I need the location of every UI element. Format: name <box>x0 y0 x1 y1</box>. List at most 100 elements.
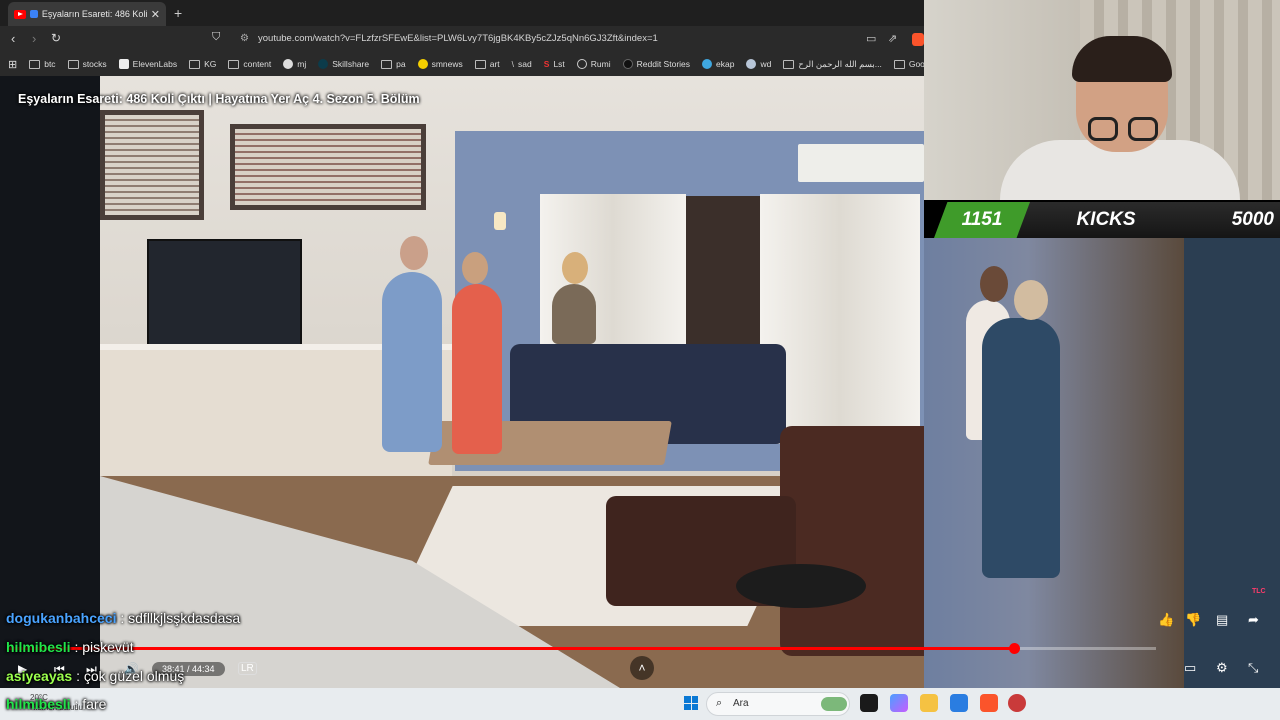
bookmark-label: content <box>243 59 272 69</box>
bookmark-rumi[interactable]: Rumi <box>576 59 611 69</box>
bookmark-label: KG <box>204 59 217 69</box>
bookmarks-bar: ⊞ btc stocks ElevenLabs KG content mj Sk… <box>0 52 924 76</box>
reddit-stories-icon <box>622 59 633 69</box>
scene-person-head <box>462 252 488 284</box>
copilot-icon[interactable] <box>890 694 908 712</box>
bookmark-label: Reddit Stories <box>636 59 691 69</box>
search-label: Ara <box>733 698 749 709</box>
kicks-goal: 5000 <box>1231 209 1274 230</box>
snipping-tool-icon[interactable] <box>950 694 968 712</box>
chat-text: : piskevüt <box>70 639 134 655</box>
scene-window <box>230 124 426 210</box>
search-icon: ⌕ <box>716 697 723 709</box>
progress-bar[interactable] <box>8 643 1156 654</box>
chat-text: : çok güzel olmuş <box>72 668 185 684</box>
progress-scrubber[interactable] <box>1008 643 1020 654</box>
like-icon[interactable]: 👍 <box>1158 612 1174 628</box>
new-tab-button[interactable]: + <box>174 5 182 21</box>
bookmark-arabic[interactable]: بسم الله الرحمن الرح... <box>783 59 882 70</box>
chat-username: dogukanbahceci <box>6 610 117 626</box>
bookmark-pa[interactable]: pa <box>381 59 406 69</box>
bookmark-sad[interactable]: \ sad <box>512 59 532 69</box>
bookmark-kg[interactable]: KG <box>189 59 216 69</box>
folder-icon <box>228 59 240 69</box>
app-icon[interactable] <box>1008 694 1026 712</box>
bookmark-content[interactable]: content <box>228 59 271 69</box>
bookmark-label: ekap <box>716 59 735 69</box>
chat-message: dogukanbahceci : sdfllkjlsşkdasdasa <box>6 610 240 626</box>
bookmark-wd[interactable]: wd <box>746 59 771 69</box>
page-icon <box>783 59 795 69</box>
settings-icon[interactable]: ⚙ <box>1216 660 1228 676</box>
exit-fullscreen-icon[interactable]: ⤡ <box>1248 660 1258 676</box>
kicks-label: KICKS <box>1076 209 1136 230</box>
chat-message: hilmibesli : piskevüt <box>6 639 134 655</box>
bookmark-smnews[interactable]: smnews <box>417 59 463 69</box>
chevron-up-icon[interactable]: ˄ <box>630 656 654 680</box>
bookmark-label: Lst <box>553 59 565 69</box>
globe-icon <box>576 59 587 69</box>
scene-window <box>100 110 204 220</box>
scene-leather-sofa <box>780 426 924 656</box>
apps-icon[interactable]: ⊞ <box>8 58 17 71</box>
scene-tv <box>147 239 302 356</box>
chat-message: hilmibesli : fare <box>6 696 106 712</box>
nav-bar: ‹ › ↻ ⛉ ⚙ youtube.com/watch?v=FLzfzrSFEw… <box>0 26 924 52</box>
dislike-icon[interactable]: 👎 <box>1185 612 1201 628</box>
folder-icon <box>189 59 201 69</box>
reload-icon[interactable]: ↻ <box>51 31 61 45</box>
url-text: youtube.com/watch?v=FLzfzrSFEwE&list=PLW… <box>258 33 658 44</box>
address-bar[interactable]: ⚙ youtube.com/watch?v=FLzfzrSFEwE&list=P… <box>236 30 916 48</box>
cast-icon[interactable]: ▭ <box>866 32 876 45</box>
folder-icon <box>67 59 79 69</box>
video-letterbox <box>0 76 100 688</box>
scene-person <box>552 284 596 344</box>
autoplay-toggle[interactable]: LR <box>238 662 257 675</box>
bookmark-elevenlabs[interactable]: ElevenLabs <box>118 59 177 69</box>
tab-bar: Eşyaların Esareti: 486 Koli Çıktı ✕ + <box>0 0 924 26</box>
bookmark-mj[interactable]: mj <box>283 59 306 69</box>
back-icon[interactable]: ‹ <box>11 31 15 46</box>
wd-icon <box>746 59 757 69</box>
folder-icon <box>893 59 905 69</box>
site-info-icon[interactable]: ⚙ <box>240 30 249 48</box>
forward-icon[interactable]: › <box>32 31 36 46</box>
share-icon[interactable]: ➦ <box>1248 612 1259 628</box>
video-player[interactable]: Eşyaların Esareti: 486 Koli Çıktı | Haya… <box>0 76 924 688</box>
smnews-icon <box>417 59 428 69</box>
bookmark-label: sad <box>518 59 532 69</box>
taskbar-search[interactable]: ⌕ Ara <box>706 692 850 716</box>
bookmark-label: art <box>489 59 500 69</box>
windows-icon[interactable] <box>684 696 698 710</box>
task-view-icon[interactable] <box>860 694 878 712</box>
chat-text: : sdfllkjlsşkdasdasa <box>116 610 241 626</box>
brave-browser-icon[interactable] <box>980 694 998 712</box>
chat-username: hilmibesli <box>6 696 71 712</box>
bookmark-icon[interactable]: ⛉ <box>212 31 220 44</box>
bookmark-google[interactable]: Google <box>893 59 924 69</box>
bookmark-label: Skillshare <box>332 59 370 69</box>
bookmark-lst[interactable]: S Lst <box>544 59 565 69</box>
share-page-icon[interactable]: ⇗ <box>888 32 897 45</box>
tab-title: Eşyaların Esareti: 486 Koli Çıktı <box>41 9 147 19</box>
bookmark-stocks[interactable]: stocks <box>67 59 107 69</box>
scene-lamp <box>494 212 506 230</box>
extension-icon <box>29 10 38 18</box>
chat-username: hilmibesli <box>6 639 71 655</box>
kicks-count: 1151 <box>934 202 1030 238</box>
close-tab-icon[interactable]: ✕ <box>151 8 160 21</box>
comment-icon[interactable]: ▤ <box>1216 612 1228 628</box>
bookmark-reddit-stories[interactable]: Reddit Stories <box>622 59 691 69</box>
bookmark-btc[interactable]: btc <box>29 59 56 69</box>
ekap-icon <box>702 59 713 69</box>
scene-person <box>452 284 502 454</box>
captions-icon[interactable]: ▭ <box>1184 660 1196 676</box>
brave-shield-icon[interactable] <box>912 33 924 46</box>
file-explorer-icon[interactable] <box>920 694 938 712</box>
tab-youtube[interactable]: Eşyaların Esareti: 486 Koli Çıktı ✕ <box>8 2 166 26</box>
video-title[interactable]: Eşyaların Esareti: 486 Koli Çıktı | Haya… <box>18 92 420 106</box>
bookmark-ekap[interactable]: ekap <box>702 59 734 69</box>
sad-icon: \ <box>511 59 515 69</box>
bookmark-skillshare[interactable]: Skillshare <box>318 59 369 69</box>
bookmark-art[interactable]: art <box>474 59 500 69</box>
